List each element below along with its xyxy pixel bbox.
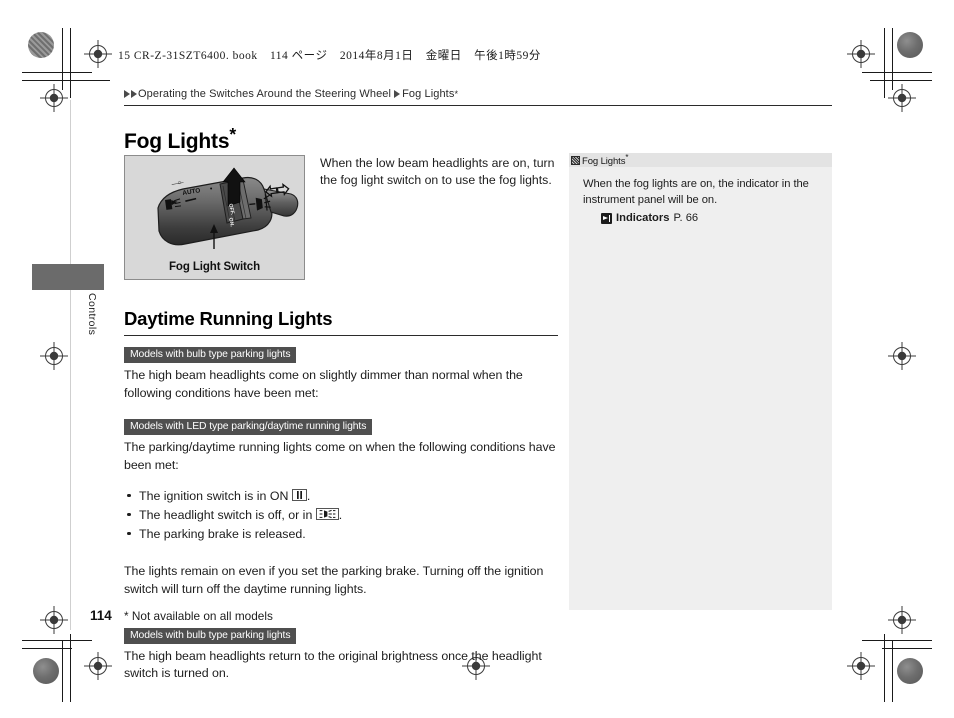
cross-reference-label: Indicators	[616, 212, 670, 225]
bullet-text-0: The ignition switch is in ON	[139, 488, 292, 503]
print-header-line: 15 CR-Z-31SZT6400. book 114 ページ 2014年8月1…	[118, 47, 550, 63]
side-note-asterisk: *	[625, 152, 629, 162]
registration-mark	[847, 40, 875, 68]
breadcrumb-current: Fog Lights	[402, 88, 455, 100]
section-title: Daytime Running Lights	[124, 308, 333, 329]
crop-line	[884, 634, 885, 702]
side-note-title-text: Fog Lights	[582, 156, 626, 168]
header-seg-2: 2014年8月1日	[339, 50, 414, 62]
bullet-post-1: .	[338, 507, 343, 522]
header-seg-4: 午後1時59分	[474, 50, 541, 62]
page-edge-line	[70, 100, 71, 630]
parking-light-icon	[315, 507, 339, 520]
jump-link-icon	[601, 212, 612, 224]
paragraph-bulb-2: The high beam headlights return to the o…	[124, 648, 542, 681]
registration-mark	[84, 652, 112, 680]
triangle-icon	[394, 90, 401, 98]
crop-line	[22, 72, 92, 73]
list-item: The headlight switch is off, or in .	[124, 506, 558, 525]
crop-line	[882, 648, 932, 649]
print-color-dot	[897, 32, 923, 58]
content-frame: Operating the Switches Around the Steeri…	[124, 88, 832, 160]
breadcrumb-asterisk: *	[454, 89, 459, 99]
figure-and-intro: —— AUTO ☼ OFF. ON. Fog Light Switch When…	[124, 155, 558, 280]
paragraph-led: The parking/daytime running lights come …	[124, 440, 556, 473]
bullet-text-2: The parking brake is released.	[139, 526, 306, 541]
footnote: * Not available on all models	[124, 609, 273, 623]
triangle-icon	[131, 90, 137, 98]
paragraph-bulb: The high beam headlights come on slightl…	[124, 367, 523, 400]
header-seg-1: 114 ページ	[269, 50, 328, 62]
badge-models-bulb: Models with bulb type parking lights	[124, 347, 297, 363]
crop-line	[870, 80, 932, 81]
badge-models-bulb-2: Models with bulb type parking lights	[124, 627, 297, 644]
paragraph-lights-remain: The lights remain on even if you set the…	[124, 564, 544, 597]
cross-reference[interactable]: Indicators P. 66	[583, 212, 820, 224]
side-note-text: When the fog lights are on, the indicato…	[583, 178, 809, 207]
crop-line	[22, 640, 92, 641]
breadcrumb: Operating the Switches Around the Steeri…	[124, 88, 832, 106]
crop-line	[70, 28, 71, 98]
crop-line	[862, 72, 932, 73]
crop-line	[892, 640, 893, 702]
registration-mark	[40, 606, 68, 634]
list-item: The parking brake is released.	[124, 525, 558, 544]
intro-paragraph: When the low beam headlights are on, tur…	[320, 156, 555, 188]
crop-line	[862, 640, 932, 641]
figure-caption: Fog Light Switch	[168, 261, 261, 273]
svg-text:☼: ☼	[177, 179, 183, 186]
ignition-on-icon	[291, 488, 307, 501]
bullet-post-0: .	[306, 488, 311, 503]
registration-mark-left-middle	[40, 342, 68, 370]
list-item: The ignition switch is in ON .	[124, 487, 558, 506]
crop-line	[70, 634, 71, 702]
header-seg-0: 15 CR-Z-31SZT6400. book	[118, 50, 258, 62]
print-color-dot	[33, 658, 59, 684]
triangle-icon	[124, 90, 130, 98]
cross-reference-page: P. 66	[673, 212, 699, 225]
badge-models-led: Models with LED type parking/daytime run…	[124, 419, 373, 436]
registration-mark	[84, 40, 112, 68]
daytime-running-lights-section: Daytime Running Lights Models with bulb …	[124, 308, 558, 683]
crop-line	[62, 640, 63, 702]
crop-line	[22, 648, 72, 649]
page-title-text: Fog Lights	[124, 130, 230, 153]
crop-line	[22, 80, 110, 81]
registration-mark	[888, 606, 916, 634]
registration-mark	[888, 84, 916, 112]
chapter-tab	[32, 264, 104, 290]
page-number: 114	[90, 608, 112, 623]
registration-mark	[40, 84, 68, 112]
crop-line	[884, 28, 885, 98]
print-color-dot	[28, 32, 54, 58]
page-title-asterisk: *	[229, 124, 236, 144]
chapter-tab-label: Controls	[86, 293, 98, 336]
manual-page: 15 CR-Z-31SZT6400. book 114 ページ 2014年8月1…	[0, 0, 954, 718]
side-note-body: When the fog lights are on, the indicato…	[569, 168, 832, 224]
header-seg-3: 金曜日	[425, 50, 462, 62]
bullet-text-1: The headlight switch is off, or in	[139, 507, 316, 522]
breadcrumb-parent[interactable]: Operating the Switches Around the Steeri…	[138, 88, 391, 100]
note-marker-icon	[571, 155, 580, 165]
registration-mark-right-middle	[888, 342, 916, 370]
side-note-title: Fog Lights*	[582, 153, 628, 167]
conditions-list: The ignition switch is in ON . The headl…	[124, 487, 558, 544]
side-note-header: Fog Lights*	[569, 153, 832, 168]
registration-mark	[847, 652, 875, 680]
page-title: Fog Lights*	[124, 106, 832, 160]
fog-light-switch-illustration: —— AUTO ☼ OFF. ON. Fog Light Switch	[124, 155, 305, 280]
print-color-dot	[897, 658, 923, 684]
side-note-panel: Fog Lights* When the fog lights are on, …	[569, 153, 832, 610]
